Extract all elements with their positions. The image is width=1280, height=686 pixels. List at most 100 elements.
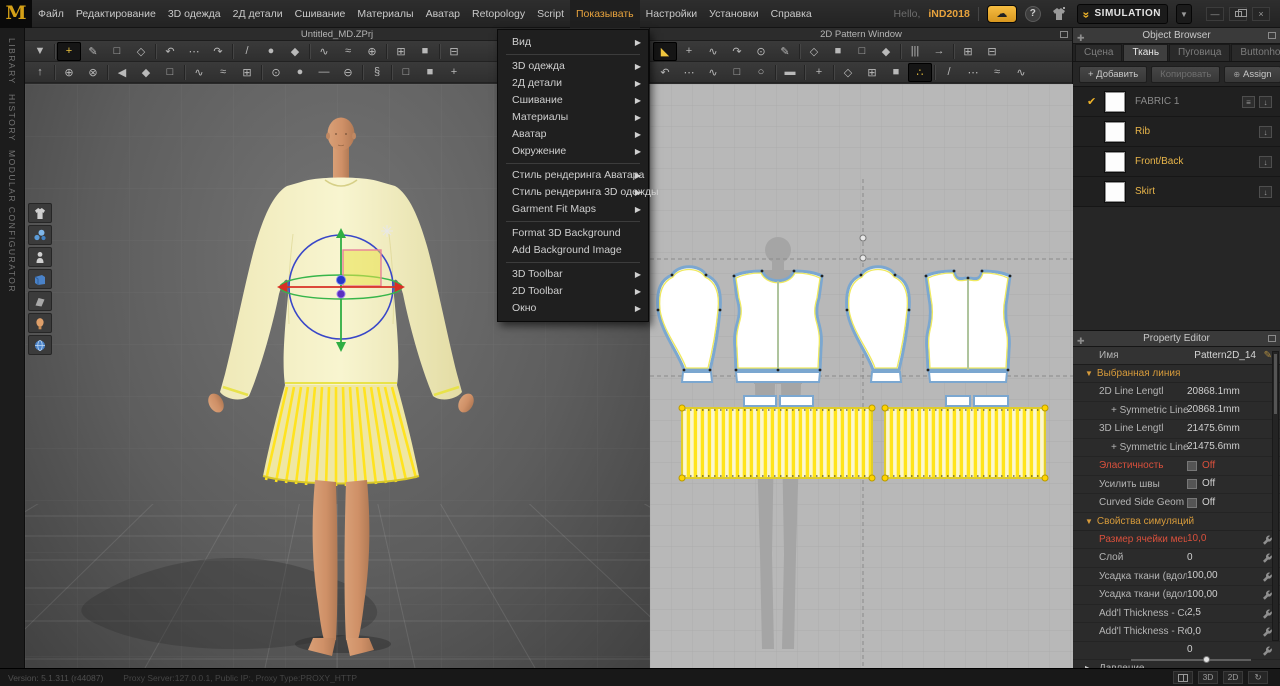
show-avatar-icon[interactable]	[28, 247, 52, 267]
menu-item-add-background-image[interactable]: Add Background Image ▶	[498, 242, 648, 259]
view-3d-button[interactable]: 3D	[1198, 671, 1218, 684]
add-tool-icon[interactable]: +	[442, 63, 466, 82]
flatten-b-icon[interactable]: ⊞	[860, 63, 884, 82]
avatar-head-icon[interactable]	[28, 313, 52, 333]
save-fabric-icon[interactable]: ↓	[1259, 156, 1272, 168]
menubar-item[interactable]: Редактирование	[70, 0, 162, 28]
lock-stitch-icon[interactable]: ⊖	[336, 63, 360, 82]
iron-icon[interactable]: ▬	[778, 63, 802, 82]
tab-scene[interactable]: Сцена	[1075, 44, 1122, 61]
show-pins-icon[interactable]: ∴	[908, 63, 932, 82]
screen-a-icon[interactable]: □	[394, 63, 418, 82]
fabric-swatch[interactable]	[1105, 122, 1125, 142]
free-sewing-icon[interactable]: ≈	[336, 42, 360, 61]
select-mesh-icon[interactable]: ✎	[81, 42, 105, 61]
property-row[interactable]: ▶ 2D Line Lengtl 20868.1mm	[1073, 383, 1280, 402]
property-row[interactable]: ▶ Размер ячейки меш 10,0	[1073, 531, 1280, 550]
grid-icon[interactable]: ⊟	[980, 42, 1004, 61]
mn-free-sew-icon[interactable]: ∿	[1009, 63, 1033, 82]
menu-item-2d-toolbar[interactable]: 2D Toolbar ▶	[498, 283, 648, 300]
edit-pattern-icon[interactable]: +	[677, 42, 701, 61]
simulate-icon[interactable]: ▼	[28, 42, 52, 61]
tack-pair-icon[interactable]: ≈	[211, 63, 235, 82]
grid-cursor-icon[interactable]: ⊞	[956, 42, 980, 61]
dock-tab[interactable]: LIBRARY	[7, 38, 17, 85]
fold-pair-icon[interactable]: ⊞	[389, 42, 413, 61]
menu-item-avatar[interactable]: Аватар ▶	[498, 126, 648, 143]
menu-item-garment-fit-maps[interactable]: Garment Fit Maps ▶	[498, 201, 648, 218]
fabric-swatch[interactable]	[1105, 92, 1125, 112]
trace-icon[interactable]: ◇	[802, 42, 826, 61]
pattern-front-bodice[interactable]	[733, 270, 824, 382]
remove-pin-icon[interactable]: ⊗	[81, 63, 105, 82]
view-2d-button[interactable]: 2D	[1223, 671, 1243, 684]
button-tool-icon[interactable]: ⊙	[264, 63, 288, 82]
property-row[interactable]: ▶ Add'l Thickness - Ren 0,0	[1073, 623, 1280, 642]
tab-button[interactable]: Пуговица	[1169, 44, 1230, 61]
checkbox[interactable]	[1187, 461, 1197, 471]
pin-sewing-icon[interactable]: ⊕	[360, 42, 384, 61]
button-icon[interactable]: ●	[288, 63, 312, 82]
pattern-skirt-right[interactable]	[882, 405, 1048, 481]
flatten-icon[interactable]: □	[158, 63, 182, 82]
menu-item-vid[interactable]: Вид ▶	[498, 34, 648, 51]
property-row[interactable]: ▶ Слой 0	[1073, 549, 1280, 568]
menubar-item[interactable]: 2Д детали	[227, 0, 289, 28]
pattern-back-bodice[interactable]	[925, 270, 1012, 382]
property-row[interactable]: ▶ Усадка ткани (вдоль 100,00	[1073, 586, 1280, 605]
flatten-a-icon[interactable]: ◇	[836, 63, 860, 82]
menubar-item[interactable]: Файл	[32, 0, 70, 28]
mesh-garment-icon[interactable]: ⊞	[235, 63, 259, 82]
popout-icon[interactable]	[1060, 31, 1068, 38]
edit-curve-point-icon[interactable]: ↷	[725, 42, 749, 61]
move-point-icon[interactable]: ⋯	[182, 42, 206, 61]
checkbox[interactable]	[1187, 479, 1197, 489]
add-fabric-button[interactable]: + Добавить	[1079, 66, 1147, 83]
fabric-blue-icon[interactable]	[28, 269, 52, 289]
property-row[interactable]: ▶ Усадка ткани (вдоль 100,00	[1073, 568, 1280, 587]
menubar-item[interactable]: Retopology	[466, 0, 531, 28]
garment-fit-icon[interactable]: ◆	[283, 42, 307, 61]
pleats-fold-icon[interactable]: →	[927, 42, 951, 61]
segment-sewing-icon[interactable]: ∿	[312, 42, 336, 61]
avatar-walk-icon[interactable]: ↑	[28, 63, 52, 82]
transform-pattern-icon[interactable]: ◇	[129, 42, 153, 61]
menubar-item[interactable]: Показывать	[570, 0, 640, 28]
show-garment-icon[interactable]	[28, 203, 52, 223]
add-garment-icon[interactable]	[1049, 6, 1069, 22]
username[interactable]: iND2018	[928, 8, 969, 20]
fabric-swatch[interactable]	[1105, 182, 1125, 202]
mn-sew-icon[interactable]: ≈	[985, 63, 1009, 82]
property-row[interactable]: ▶ Усилить швы Off	[1073, 476, 1280, 495]
unfold-icon[interactable]: ↶	[653, 63, 677, 82]
menu-item-materials[interactable]: Материалы ▶	[498, 109, 648, 126]
menubar-item[interactable]: Аватар	[420, 0, 466, 28]
property-row[interactable]: ▶ + Symmetric Line 21475.6mm	[1073, 439, 1280, 458]
shirt-2d-icon[interactable]: +	[807, 63, 831, 82]
pattern-outline-icon[interactable]: □	[850, 42, 874, 61]
Front/Back[interactable]: ✔ Front/Back ≡ ↓	[1073, 147, 1280, 177]
pattern-badge-icon[interactable]: ◆	[874, 42, 898, 61]
menu-item-3d-clothes[interactable]: 3D одежда ▶	[498, 58, 648, 75]
copy-pattern-icon[interactable]: □	[725, 63, 749, 82]
menubar-item[interactable]: 3D одежда	[162, 0, 227, 28]
simulation-dropdown-caret[interactable]: ▼	[1176, 4, 1192, 24]
minimize-button[interactable]: —	[1206, 7, 1224, 21]
simulation-button[interactable]: » SIMULATION	[1077, 4, 1168, 24]
checkbox[interactable]	[1187, 498, 1197, 508]
undo-arrangement-icon[interactable]: ↶	[158, 42, 182, 61]
Skirt[interactable]: ✔ Skirt ≡ ↓	[1073, 177, 1280, 207]
pleats-icon[interactable]: |||	[903, 42, 927, 61]
menubar-item[interactable]: Script	[531, 0, 570, 28]
popout-icon[interactable]	[1268, 32, 1276, 39]
section-selected-line[interactable]: ▼Выбранная линия	[1073, 365, 1280, 383]
grid-3d-icon[interactable]: ⊟	[442, 42, 466, 61]
property-row[interactable]: ▶ + Symmetric Line 20868.1mm	[1073, 402, 1280, 421]
menubar-item[interactable]: Материалы	[351, 0, 419, 28]
edit-curvature-icon[interactable]: ∿	[701, 42, 725, 61]
fold-dark-icon[interactable]: ◆	[134, 63, 158, 82]
dock-tab[interactable]: HISTORY	[7, 94, 17, 142]
refresh-button[interactable]: ↻	[1248, 671, 1268, 684]
property-row[interactable]: ▶ Эластичность Off	[1073, 457, 1280, 476]
menubar-item[interactable]: Сшивание	[289, 0, 352, 28]
